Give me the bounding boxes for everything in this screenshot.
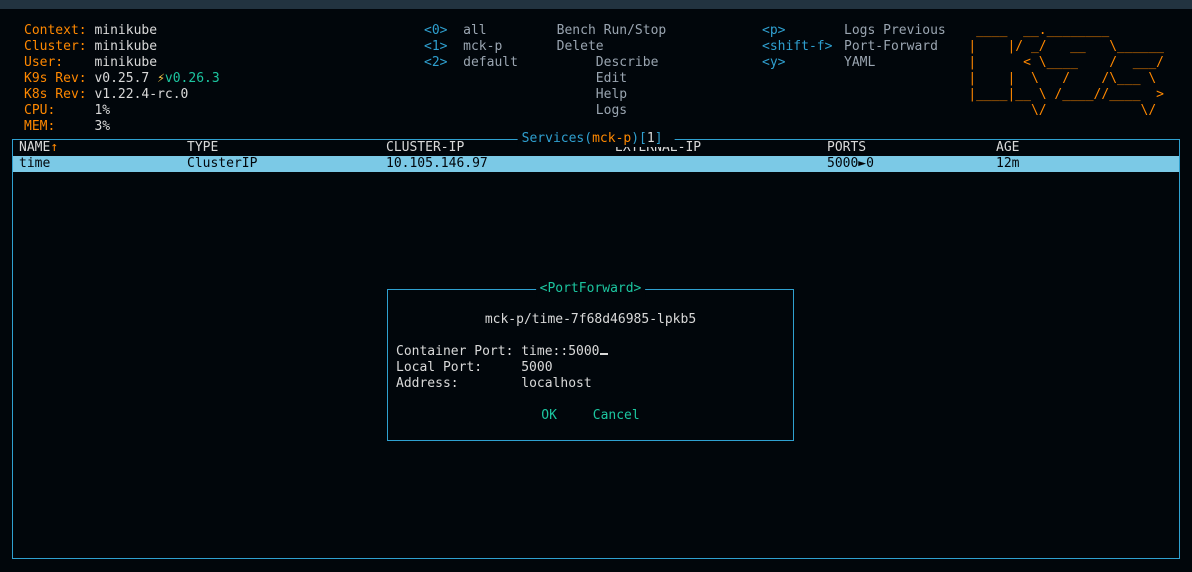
lightning-icon: ⚡ (157, 71, 165, 86)
shortcut-key: <p> (762, 23, 844, 39)
cluster-label: Cluster: (24, 39, 87, 54)
address-input[interactable]: localhost (521, 376, 591, 391)
terminal-area: Context: minikube Cluster: minikube User… (0, 9, 1192, 572)
local-port-input[interactable]: 5000 (521, 360, 552, 375)
k9s-rev-new: v0.26.3 (165, 71, 220, 86)
panel-title: Services(mck-p)[1] (518, 131, 675, 147)
shortcut-key: <y> (762, 55, 844, 71)
container-port-input[interactable]: time::5000 (521, 344, 599, 359)
shortcut-key: <shift-f> (762, 39, 844, 55)
cpu-label: CPU: (24, 103, 55, 118)
dialog-pod-name: mck-p/time-7f68d46985-lpkb5 (396, 312, 785, 328)
mem-label: MEM: (24, 119, 55, 134)
cell-name: time (19, 156, 187, 172)
col-name[interactable]: NAME (19, 140, 50, 155)
address-label: Address: (396, 376, 459, 391)
port-forward-dialog: <PortForward> mck-p/time-7f68d46985-lpkb… (387, 289, 794, 441)
mem-value: 3% (94, 119, 110, 134)
ok-button[interactable]: OK (541, 408, 557, 423)
text-cursor-icon (600, 353, 608, 355)
cell-age: 12m (996, 156, 1173, 172)
k9s-rev-value: v0.25.7 (94, 71, 149, 86)
col-type[interactable]: TYPE (187, 140, 386, 156)
k8s-rev-value: v1.22.4-rc.0 (94, 87, 188, 102)
shortcut-item: Help (541, 87, 762, 103)
dialog-fields: Container Port: time::5000 Local Port: 5… (396, 344, 785, 392)
container-port-label: Container Port: (396, 344, 513, 359)
context-value: minikube (94, 23, 157, 38)
cancel-button[interactable]: Cancel (593, 408, 640, 423)
dialog-title: <PortForward> (536, 281, 646, 297)
shortcut-item: Delete (541, 39, 762, 55)
sort-asc-icon: ↑ (50, 140, 58, 155)
k9s-logo: ____ __.________ | |/ _/ __ \______ | < … (968, 23, 1164, 119)
cluster-value: minikube (94, 39, 157, 54)
col-ports[interactable]: PORTS (827, 140, 996, 156)
k9s-rev-label: K9s Rev: (24, 71, 87, 86)
cpu-value: 1% (94, 103, 110, 118)
user-label: User: (24, 55, 63, 70)
cluster-info: Context: minikube Cluster: minikube User… (24, 23, 424, 135)
shortcut-item: Describe (541, 55, 762, 71)
k8s-rev-label: K8s Rev: (24, 87, 87, 102)
shortcuts-namespaces: <0> all<1> mck-p<2> default (424, 23, 541, 135)
shortcut-item: Edit (541, 71, 762, 87)
col-age[interactable]: AGE (996, 140, 1173, 156)
user-value: minikube (94, 55, 157, 70)
table-row[interactable]: time ClusterIP 10.105.146.97 5000►0 12m (13, 156, 1179, 172)
context-label: Context: (24, 23, 87, 38)
shortcuts-actions-2-keys: <p><shift-f><y> (762, 23, 844, 135)
shortcuts-actions-1: Bench Run/Stop Delete Describe Edit Help… (541, 23, 762, 135)
shortcut-item: <1> mck-p (424, 39, 541, 55)
shortcut-item: Logs (541, 103, 762, 119)
cell-cluster-ip: 10.105.146.97 (386, 156, 615, 172)
shortcut-item: <2> default (424, 55, 541, 71)
window-titlebar (0, 0, 1192, 9)
shortcut-item: <0> all (424, 23, 541, 39)
local-port-label: Local Port: (396, 360, 482, 375)
cell-type: ClusterIP (187, 156, 386, 172)
cell-ports: 5000►0 (827, 156, 996, 172)
shortcut-item: Bench Run/Stop (541, 23, 762, 39)
